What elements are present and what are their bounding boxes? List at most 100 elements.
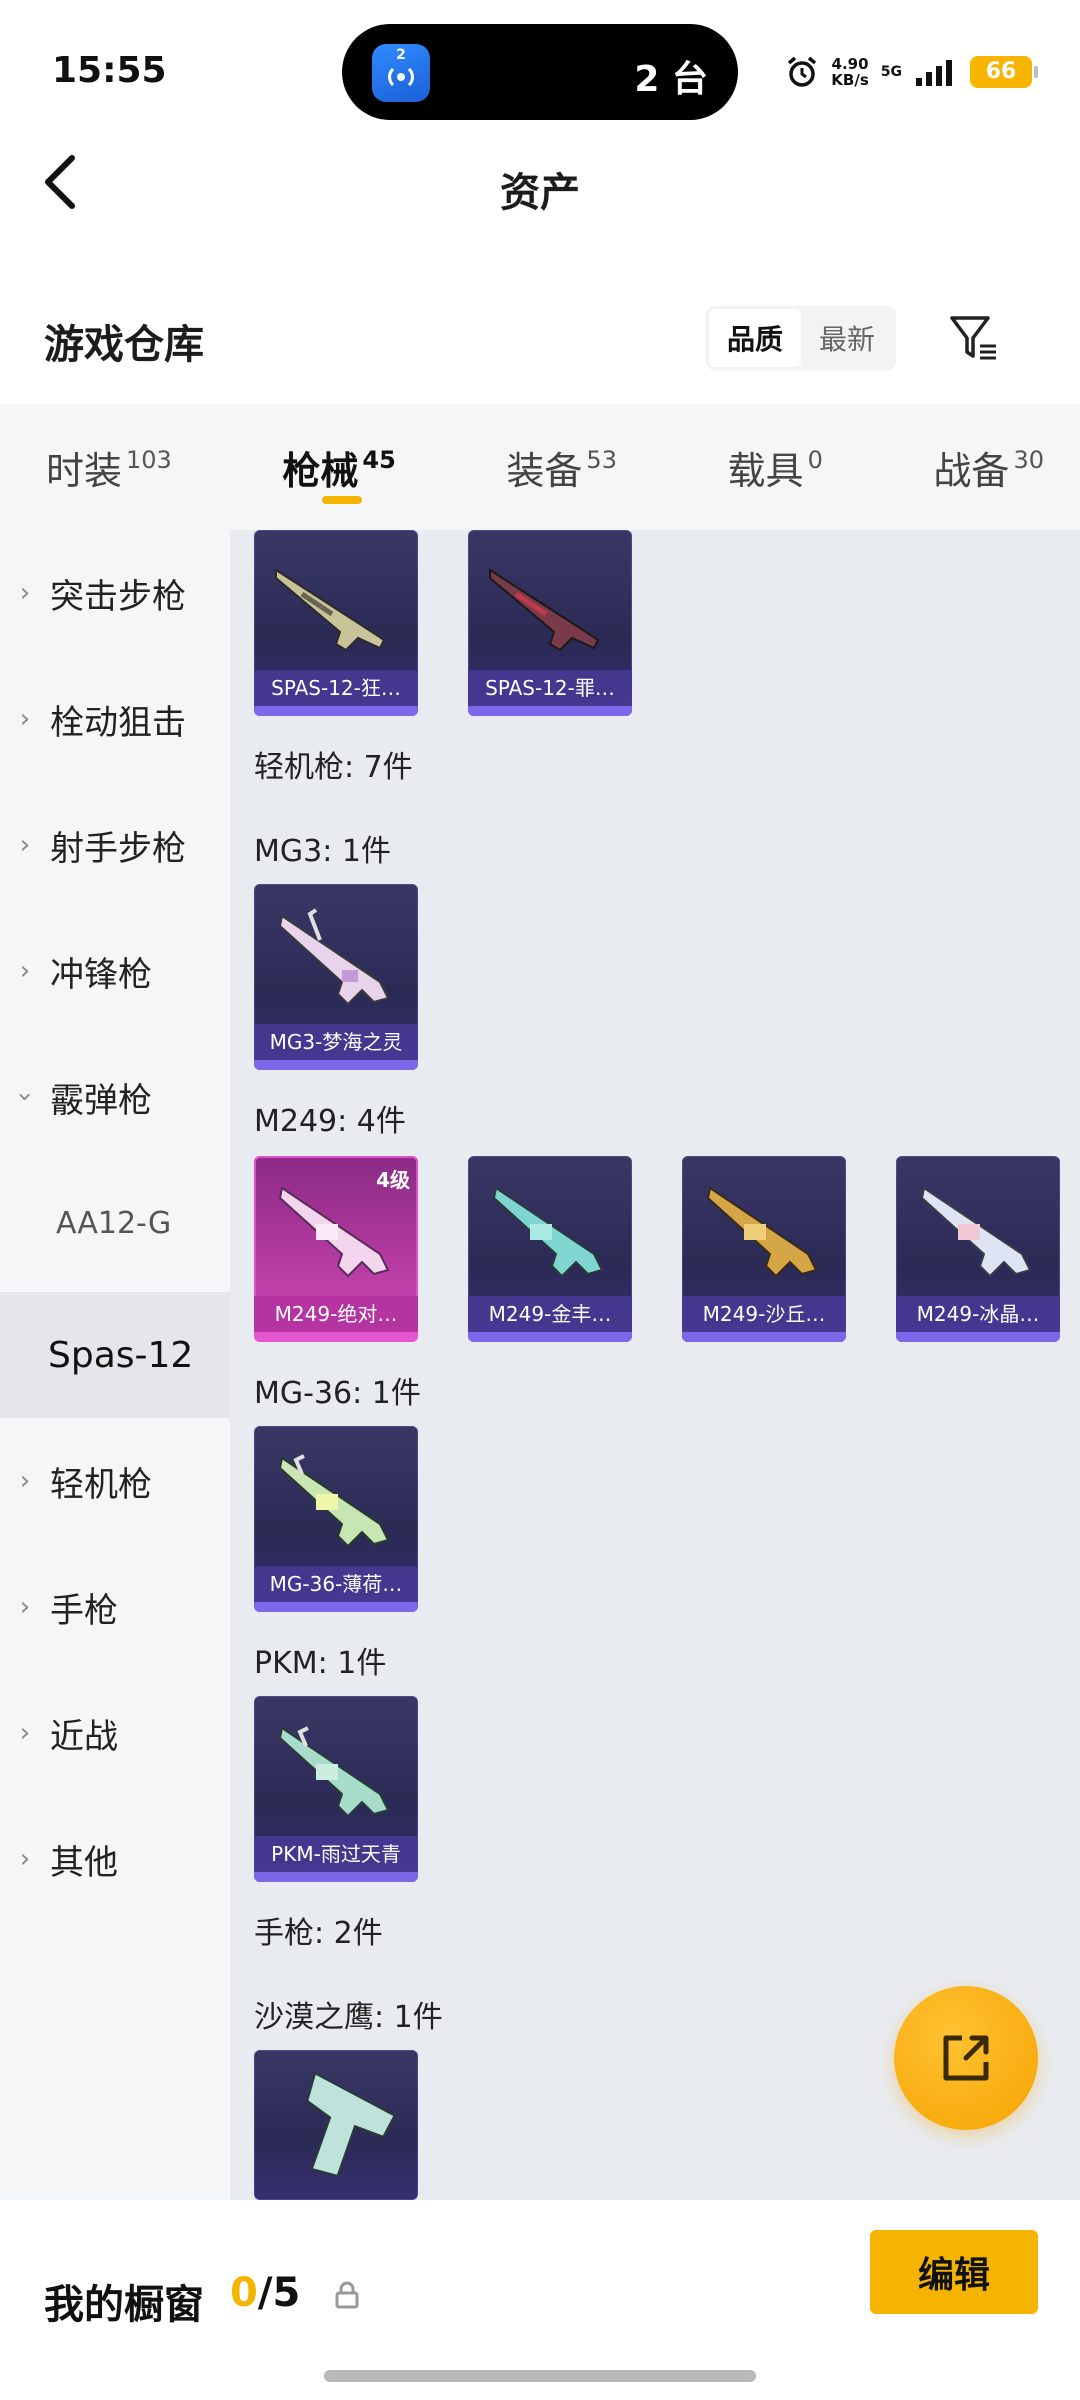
- tab-label: 装备: [506, 449, 583, 493]
- share-button[interactable]: [894, 1986, 1038, 2130]
- sidebar-item-label: 霰弹枪: [50, 1080, 152, 1121]
- broadcast-icon: [388, 67, 414, 87]
- shotgun-icon: [489, 568, 600, 652]
- weapon-card[interactable]: M249-金丰…: [468, 1156, 632, 1342]
- lock-icon: [335, 2281, 359, 2309]
- dynamic-island[interactable]: 2 2 台: [342, 24, 738, 120]
- edit-button[interactable]: 编辑: [870, 2230, 1038, 2314]
- share-icon: [943, 2035, 989, 2081]
- machine-gun-icon: [278, 1454, 390, 1548]
- sidebar-item-label: 射手步枪: [50, 828, 186, 869]
- tab-label: 时装: [46, 449, 123, 493]
- sidebar-item-assault-rifle[interactable]: › 突击步枪: [0, 530, 230, 656]
- chevron-right-icon: ›: [19, 956, 31, 986]
- sidebar-item-melee[interactable]: › 近战: [0, 1670, 230, 1796]
- sidebar-subitem-spas12[interactable]: Spas-12: [0, 1292, 230, 1418]
- tab-active-indicator: [322, 496, 363, 504]
- sidebar-item-other[interactable]: › 其他: [0, 1796, 230, 1922]
- chevron-right-icon: ›: [19, 704, 31, 734]
- category-tabs: 时装 103 枪械 45 装备 53 载具 0 战备 30: [0, 404, 1080, 530]
- weapon-card[interactable]: PKM-雨过天青: [254, 1696, 418, 1882]
- subgroup-header-m249: M249: 4件: [254, 1104, 406, 1139]
- home-indicator: [324, 2370, 756, 2382]
- weapon-card[interactable]: M249-冰晶…: [896, 1156, 1060, 1342]
- machine-gun-icon: [278, 1726, 390, 1818]
- showcase-label: 我的橱窗: [44, 2282, 204, 2328]
- machine-gun-icon: [278, 908, 390, 1006]
- chevron-right-icon: ›: [19, 578, 31, 608]
- weapon-grid: SPAS-12-狂… SPAS-12-罪… 轻机枪: 7件 MG3: 1件 MG…: [230, 530, 1080, 2200]
- net-speed-unit: KB/s: [831, 71, 869, 89]
- chevron-right-icon: ›: [19, 1466, 31, 1496]
- section-title: 游戏仓库: [44, 322, 204, 368]
- subgroup-header-mg36: MG-36: 1件: [254, 1376, 421, 1411]
- rarity-bar: [254, 1602, 418, 1612]
- signal-icon: [916, 60, 952, 86]
- sort-newest-button[interactable]: 最新: [801, 309, 893, 367]
- sidebar-item-lmg[interactable]: › 轻机枪: [0, 1418, 230, 1544]
- showcase-count: 0/5: [230, 2270, 300, 2316]
- sidebar-item-pistol[interactable]: › 手枪: [0, 1544, 230, 1670]
- chevron-right-icon: ›: [19, 1718, 31, 1748]
- pistol-icon: [306, 2071, 396, 2178]
- sidebar-item-label: 近战: [50, 1716, 118, 1757]
- rarity-bar: [254, 706, 418, 716]
- weapon-name: MG-36-薄荷…: [254, 1566, 418, 1602]
- tab-fashion[interactable]: 时装 103: [46, 404, 172, 530]
- weapon-card[interactable]: SPAS-12-狂…: [254, 530, 418, 716]
- weapon-card[interactable]: SPAS-12-罪…: [468, 530, 632, 716]
- sidebar-item-marksman-rifle[interactable]: › 射手步枪: [0, 782, 230, 908]
- chevron-right-icon: ›: [19, 1844, 31, 1874]
- sidebar-item-label: 轻机枪: [50, 1464, 152, 1505]
- island-app-badge: 2: [396, 47, 406, 63]
- chevron-right-icon: ›: [19, 1592, 31, 1622]
- sidebar-item-shotgun[interactable]: › 霰弹枪: [0, 1034, 230, 1160]
- tab-label: 枪械: [282, 449, 359, 493]
- weapon-name: MG3-梦海之灵: [254, 1024, 418, 1060]
- weapon-name: M249-绝对…: [254, 1296, 418, 1332]
- page-title: 资产: [500, 170, 580, 216]
- rarity-bar: [468, 1332, 632, 1342]
- subgroup-header-pkm: PKM: 1件: [254, 1646, 387, 1681]
- battery-icon: 66: [970, 56, 1038, 88]
- sidebar-item-label: AA12-G: [56, 1205, 172, 1241]
- weapon-name: M249-金丰…: [468, 1296, 632, 1332]
- showcase-bar: 我的橱窗 0/5 编辑: [0, 2200, 1080, 2400]
- machine-gun-icon: [920, 1186, 1032, 1278]
- weapon-card[interactable]: MG3-梦海之灵: [254, 884, 418, 1070]
- sidebar-item-bolt-sniper[interactable]: › 栓动狙击: [0, 656, 230, 782]
- weapon-card[interactable]: [254, 2050, 418, 2200]
- chevron-right-icon: ›: [19, 830, 31, 860]
- weapon-name: M249-冰晶…: [896, 1296, 1060, 1332]
- tab-weapons[interactable]: 枪械 45: [282, 404, 396, 530]
- sidebar-item-smg[interactable]: › 冲锋枪: [0, 908, 230, 1034]
- tab-count: 53: [586, 446, 617, 474]
- rarity-bar: [682, 1332, 846, 1342]
- subgroup-header-deagle: 沙漠之鹰: 1件: [254, 2000, 443, 2035]
- weapon-card[interactable]: MG-36-薄荷…: [254, 1426, 418, 1612]
- weapon-card[interactable]: M249-沙丘…: [682, 1156, 846, 1342]
- filter-icon: [950, 316, 996, 360]
- weapon-card[interactable]: 4级 M249-绝对…: [254, 1156, 418, 1342]
- rarity-bar: [254, 1060, 418, 1070]
- showcase-count-total: /5: [257, 2270, 301, 2316]
- sidebar-subitem-aa12[interactable]: AA12-G: [0, 1160, 230, 1286]
- machine-gun-icon: [706, 1186, 818, 1278]
- rarity-bar: [254, 1872, 418, 1882]
- tab-vehicles[interactable]: 载具 0: [728, 404, 823, 530]
- net-speed-value: 4.90: [831, 55, 869, 73]
- chevron-down-icon: ›: [10, 1091, 40, 1103]
- tab-equipment[interactable]: 装备 53: [506, 404, 617, 530]
- sidebar-item-label: Spas-12: [48, 1334, 194, 1376]
- tab-count: 0: [807, 446, 823, 474]
- weapon-name: M249-沙丘…: [682, 1296, 846, 1332]
- machine-gun-icon: [492, 1186, 604, 1278]
- tab-count: 30: [1013, 446, 1044, 474]
- sidebar-item-label: 其他: [50, 1842, 118, 1883]
- sidebar-item-label: 突击步枪: [50, 576, 186, 617]
- filter-button[interactable]: [946, 310, 1002, 366]
- showcase-count-current: 0: [230, 2270, 258, 2316]
- shotgun-icon: [275, 568, 386, 652]
- tab-supplies[interactable]: 战备 30: [933, 404, 1044, 530]
- sort-quality-button[interactable]: 品质: [709, 309, 801, 367]
